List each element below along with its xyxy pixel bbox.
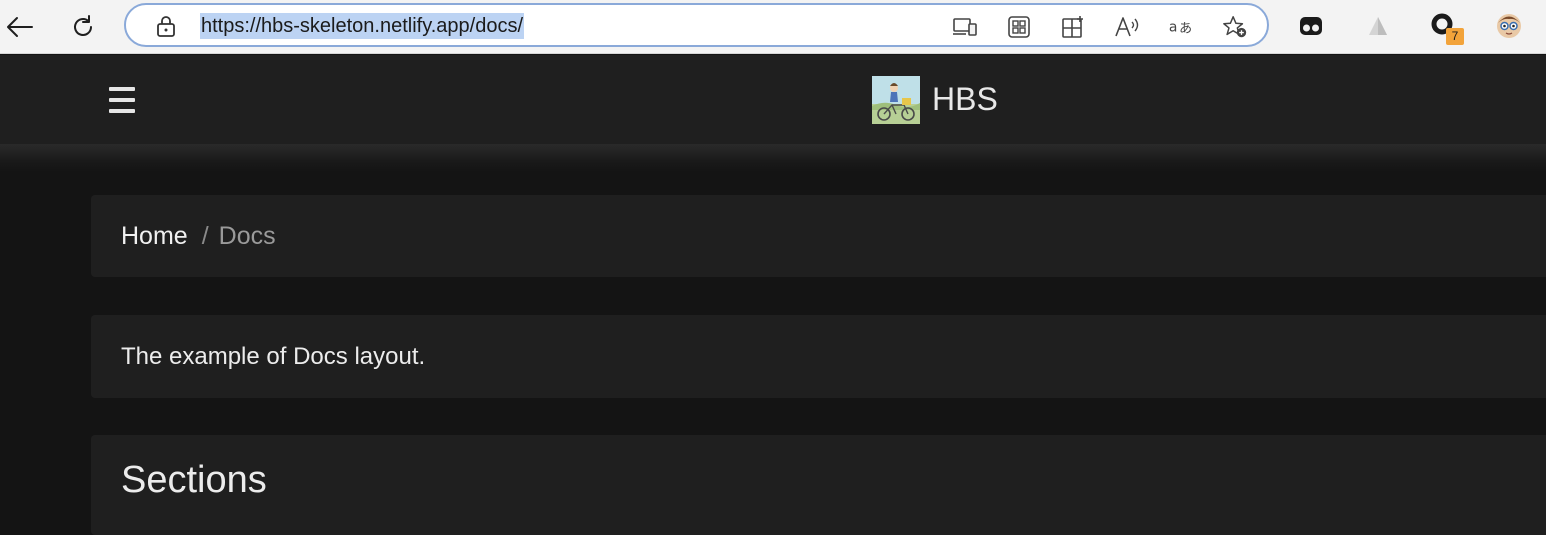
app-available-icon[interactable] (952, 14, 978, 40)
extension-badge: 7 (1446, 28, 1464, 45)
site-logo[interactable] (872, 76, 920, 124)
browser-toolbar: https://hbs-skeleton.netlify.app/docs/ a… (0, 0, 1546, 54)
header-shadow (0, 144, 1546, 172)
svg-text:あ: あ (1179, 22, 1192, 37)
sections-card: Sections (91, 435, 1546, 535)
read-aloud-icon[interactable] (1114, 14, 1140, 40)
breadcrumb-current: Docs (218, 222, 276, 250)
hamburger-menu-icon[interactable] (106, 87, 138, 115)
back-arrow-icon (6, 16, 34, 38)
site-title[interactable]: HBS (932, 79, 998, 119)
profile-avatar-icon[interactable] (1494, 11, 1524, 41)
url-text[interactable]: https://hbs-skeleton.netlify.app/docs/ (200, 13, 525, 39)
page-description: The example of Docs layout. (121, 343, 426, 370)
description-card: The example of Docs layout. (91, 315, 1546, 398)
extension-triangle-icon[interactable] (1363, 11, 1393, 41)
qr-code-icon[interactable] (1006, 14, 1032, 40)
extension-mask-icon[interactable] (1296, 11, 1326, 41)
translate-icon[interactable]: a あ (1168, 14, 1194, 40)
refresh-icon (70, 14, 96, 40)
split-screen-icon[interactable] (1060, 14, 1086, 40)
breadcrumb-separator: / (201, 222, 209, 250)
sections-heading: Sections (121, 459, 267, 501)
breadcrumb-home-link[interactable]: Home (121, 222, 188, 250)
add-favorite-icon[interactable] (1222, 14, 1248, 40)
address-bar[interactable]: https://hbs-skeleton.netlify.app/docs/ a… (124, 3, 1269, 47)
site-header: HBS (0, 55, 1546, 144)
refresh-button[interactable] (65, 9, 101, 45)
svg-text:a: a (1169, 20, 1178, 36)
lock-icon[interactable] (156, 15, 176, 37)
breadcrumb: Home / Docs (91, 195, 1546, 277)
back-button[interactable] (2, 9, 38, 45)
